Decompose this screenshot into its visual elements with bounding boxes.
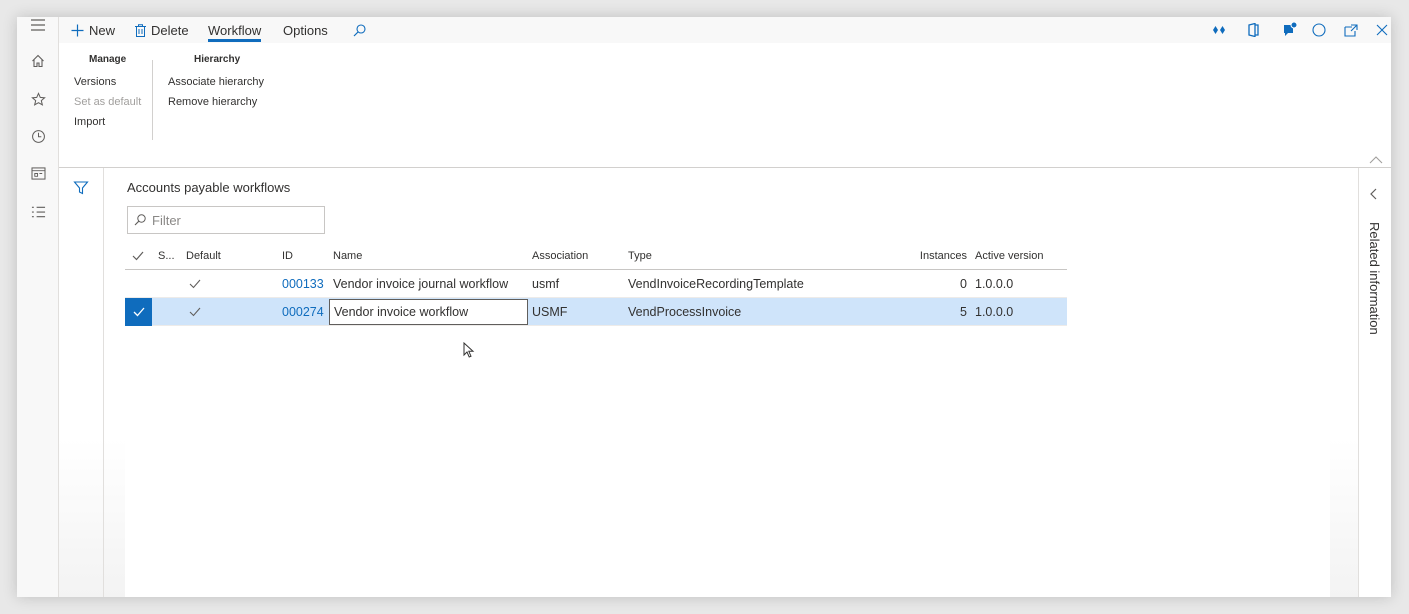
delete-button-label: Delete — [151, 22, 189, 38]
col-header-association[interactable]: Association — [532, 242, 622, 270]
row-checkbox[interactable] — [125, 298, 152, 326]
new-button[interactable]: New — [71, 17, 115, 43]
filter-input[interactable]: Filter — [127, 206, 325, 234]
tab-options-label: Options — [283, 22, 328, 38]
delete-button[interactable]: Delete — [135, 17, 189, 43]
nav-rail — [17, 17, 59, 597]
home-icon[interactable] — [28, 51, 48, 71]
col-header-id[interactable]: ID — [282, 242, 322, 270]
col-header-active-version[interactable]: Active version — [975, 242, 1065, 270]
related-information-pane[interactable]: Related information — [1358, 168, 1391, 597]
close-icon[interactable] — [1373, 21, 1391, 39]
row-type[interactable]: VendProcessInvoice — [628, 298, 888, 326]
default-check-icon — [189, 270, 209, 298]
ribbon: Manage Versions Set as default Import Hi… — [59, 43, 1391, 168]
row-association[interactable]: USMF — [532, 298, 622, 326]
action-bar: New Delete Workflow Options — [59, 17, 1391, 43]
content-area: Accounts payable workflows Filter S... D… — [59, 168, 1391, 597]
tab-workflow-label: Workflow — [208, 22, 262, 38]
remove-hierarchy-button[interactable]: Remove hierarchy — [168, 96, 257, 108]
row-name[interactable]: Vendor invoice journal workflow — [333, 270, 528, 298]
import-button[interactable]: Import — [74, 116, 105, 128]
tab-options[interactable]: Options — [283, 17, 328, 43]
col-header-default[interactable]: Default — [186, 242, 266, 270]
table-row[interactable]: 000274 Vendor invoice workflow USMF Vend… — [125, 298, 1067, 326]
select-all-checkbox[interactable] — [132, 242, 146, 270]
trash-icon — [135, 23, 146, 37]
chevron-up-icon[interactable] — [1369, 153, 1383, 164]
row-association[interactable]: usmf — [532, 270, 622, 298]
set-as-default-button[interactable]: Set as default — [74, 96, 141, 108]
search-icon — [134, 214, 146, 226]
row-name-input[interactable]: Vendor invoice workflow — [329, 299, 528, 325]
row-instances[interactable]: 0 — [895, 270, 967, 298]
ribbon-group-manage-title: Manage — [89, 54, 127, 65]
diamond-icon[interactable] — [1210, 21, 1228, 39]
row-active-version[interactable]: 1.0.0.0 — [975, 298, 1065, 326]
clock-icon[interactable] — [28, 126, 48, 146]
grid-panel: S... Default ID Name Association Type In… — [125, 242, 1330, 597]
col-header-selected[interactable]: S... — [158, 242, 182, 270]
app-window: New Delete Workflow Options Manage Versi… — [17, 17, 1391, 597]
filter-pane — [59, 168, 104, 597]
row-id-link[interactable]: 000133 — [282, 270, 327, 298]
row-checkbox[interactable] — [125, 270, 152, 298]
table-row[interactable]: 000133 Vendor invoice journal workflow u… — [125, 270, 1067, 298]
new-button-label: New — [89, 22, 116, 38]
mouse-cursor — [463, 341, 475, 361]
chevron-left-icon[interactable] — [1369, 188, 1381, 200]
list-icon[interactable] — [28, 202, 48, 222]
filter-icon[interactable] — [73, 180, 89, 196]
row-instances[interactable]: 5 — [895, 298, 967, 326]
refresh-icon[interactable] — [1310, 21, 1328, 39]
related-information-label: Related information — [1367, 222, 1382, 335]
ribbon-separator — [152, 60, 153, 140]
office-icon[interactable] — [1244, 21, 1262, 39]
col-header-instances[interactable]: Instances — [895, 242, 967, 270]
row-id-link[interactable]: 000274 — [282, 298, 327, 326]
grid-header: S... Default ID Name Association Type In… — [125, 242, 1067, 270]
search-button[interactable] — [353, 17, 366, 43]
page-title: Accounts payable workflows — [127, 180, 291, 195]
hamburger-icon[interactable] — [28, 17, 48, 35]
notification-icon[interactable] — [1281, 21, 1299, 39]
col-header-name[interactable]: Name — [333, 242, 523, 270]
popout-icon[interactable] — [1342, 21, 1360, 39]
ribbon-group-hierarchy-title: Hierarchy — [194, 54, 241, 65]
associate-hierarchy-button[interactable]: Associate hierarchy — [168, 76, 264, 88]
default-check-icon — [189, 298, 209, 326]
versions-button[interactable]: Versions — [74, 76, 116, 88]
tab-workflow[interactable]: Workflow — [208, 17, 262, 43]
col-header-type[interactable]: Type — [628, 242, 828, 270]
star-icon[interactable] — [28, 89, 48, 109]
filter-placeholder: Filter — [152, 212, 181, 228]
row-type[interactable]: VendInvoiceRecordingTemplate — [628, 270, 888, 298]
workspace-icon[interactable] — [28, 163, 48, 183]
search-icon — [353, 23, 366, 37]
plus-icon — [71, 24, 84, 37]
row-active-version[interactable]: 1.0.0.0 — [975, 270, 1065, 298]
